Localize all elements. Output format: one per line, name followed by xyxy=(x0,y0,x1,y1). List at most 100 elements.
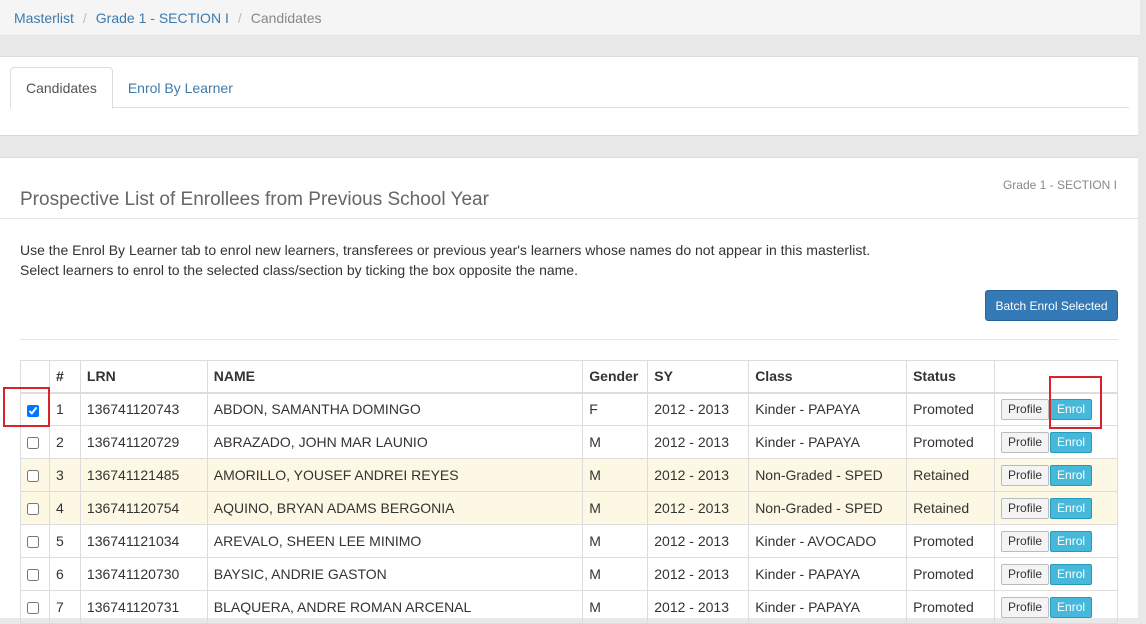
row-gender: M xyxy=(582,590,649,624)
header-name: NAME xyxy=(206,360,584,394)
row-sy: 2012 - 2013 xyxy=(647,590,750,624)
profile-button[interactable]: Profile xyxy=(1001,563,1050,585)
breadcrumb-masterlist-link[interactable]: Masterlist xyxy=(14,10,74,26)
candidates-table: # LRN NAME Gender SY Class Status 1 1367… xyxy=(20,360,1118,624)
row-sy: 2012 - 2013 xyxy=(647,557,750,591)
table-row: 2 136741120729 ABRAZADO, JOHN MAR LAUNIO… xyxy=(20,425,1118,459)
breadcrumb-current: Candidates xyxy=(250,9,322,26)
row-select-checkbox[interactable] xyxy=(27,569,39,582)
row-status: Promoted xyxy=(906,590,996,624)
row-actions: Profile Enrol xyxy=(994,590,1118,624)
section-label: Grade 1 - SECTION I xyxy=(1002,178,1117,192)
row-select-checkbox[interactable] xyxy=(27,503,39,516)
row-sy: 2012 - 2013 xyxy=(647,491,750,525)
select-cell xyxy=(20,557,50,591)
table-row: 5 136741121034 AREVALO, SHEEN LEE MINIMO… xyxy=(20,524,1118,558)
table-header-row: # LRN NAME Gender SY Class Status xyxy=(20,360,1118,394)
enrol-button[interactable]: Enrol xyxy=(1050,464,1093,486)
row-name: AQUINO, BRYAN ADAMS BERGONIA xyxy=(206,491,584,525)
row-lrn: 136741120731 xyxy=(79,590,208,624)
row-number: 4 xyxy=(48,491,81,525)
row-class: Kinder - PAPAYA xyxy=(748,425,908,459)
row-lrn: 136741121485 xyxy=(79,458,208,492)
header-status: Status xyxy=(906,360,996,394)
row-number: 3 xyxy=(48,458,81,492)
row-name: ABDON, SAMANTHA DOMINGO xyxy=(206,392,584,426)
enrol-button[interactable]: Enrol xyxy=(1050,563,1093,585)
table-row: 1 136741120743 ABDON, SAMANTHA DOMINGO F… xyxy=(20,392,1118,426)
instructions: Use the Enrol By Learner tab to enrol ne… xyxy=(20,240,870,280)
header-lrn: LRN xyxy=(79,360,208,394)
row-name: AMORILLO, YOUSEF ANDREI REYES xyxy=(206,458,584,492)
row-lrn: 136741120743 xyxy=(79,392,208,426)
row-select-checkbox[interactable] xyxy=(27,602,39,615)
row-actions: Profile Enrol xyxy=(994,392,1118,426)
row-actions: Profile Enrol xyxy=(994,491,1118,525)
tab-enrol-by-learner[interactable]: Enrol By Learner xyxy=(113,67,248,108)
row-gender: M xyxy=(582,425,649,459)
row-gender: M xyxy=(582,491,649,525)
row-name: ABRAZADO, JOHN MAR LAUNIO xyxy=(206,425,584,459)
row-gender: M xyxy=(582,458,649,492)
row-sy: 2012 - 2013 xyxy=(647,524,750,558)
row-sy: 2012 - 2013 xyxy=(647,425,750,459)
enrol-button[interactable]: Enrol xyxy=(1050,431,1093,453)
row-lrn: 136741120754 xyxy=(79,491,208,525)
select-cell xyxy=(20,590,50,624)
row-gender: M xyxy=(582,524,649,558)
row-class: Non-Graded - SPED xyxy=(748,458,908,492)
row-select-checkbox[interactable] xyxy=(27,470,39,483)
row-class: Kinder - PAPAYA xyxy=(748,590,908,624)
row-sy: 2012 - 2013 xyxy=(647,392,750,426)
header-number: # xyxy=(48,360,81,394)
breadcrumb-section-link[interactable]: Grade 1 - SECTION I xyxy=(96,10,229,26)
tab-bar: Candidates Enrol By Learner xyxy=(10,67,1129,109)
profile-button[interactable]: Profile xyxy=(1001,431,1050,453)
tab-candidates[interactable]: Candidates xyxy=(10,67,113,109)
row-actions: Profile Enrol xyxy=(994,557,1118,591)
candidates-panel: Prospective List of Enrollees from Previ… xyxy=(0,157,1138,624)
breadcrumb: Masterlist / Grade 1 - SECTION I / Candi… xyxy=(0,0,1140,36)
tabs-panel: Candidates Enrol By Learner xyxy=(0,56,1138,136)
breadcrumb-separator: / xyxy=(237,9,242,26)
select-cell xyxy=(20,458,50,492)
row-sy: 2012 - 2013 xyxy=(647,458,750,492)
row-select-checkbox[interactable] xyxy=(27,437,39,450)
row-select-checkbox[interactable] xyxy=(27,404,39,417)
row-number: 6 xyxy=(48,557,81,591)
header-gender: Gender xyxy=(582,360,649,394)
row-class: Non-Graded - SPED xyxy=(748,491,908,525)
row-status: Promoted xyxy=(906,524,996,558)
select-cell xyxy=(20,392,50,426)
table-row: 3 136741121485 AMORILLO, YOUSEF ANDREI R… xyxy=(20,458,1118,492)
panel-heading: Prospective List of Enrollees from Previ… xyxy=(0,158,1138,219)
profile-button[interactable]: Profile xyxy=(1001,497,1050,519)
row-number: 7 xyxy=(48,590,81,624)
header-class: Class xyxy=(748,360,908,394)
row-class: Kinder - AVOCADO xyxy=(748,524,908,558)
header-actions xyxy=(994,360,1118,394)
row-select-checkbox[interactable] xyxy=(27,536,39,549)
row-status: Promoted xyxy=(906,557,996,591)
panel-title: Prospective List of Enrollees from Previ… xyxy=(20,189,489,210)
breadcrumb-separator: / xyxy=(82,9,87,26)
profile-button[interactable]: Profile xyxy=(1001,464,1050,486)
row-class: Kinder - PAPAYA xyxy=(748,557,908,591)
profile-button[interactable]: Profile xyxy=(1001,398,1050,420)
profile-button[interactable]: Profile xyxy=(1001,530,1050,552)
row-number: 5 xyxy=(48,524,81,558)
profile-button[interactable]: Profile xyxy=(1001,596,1050,618)
row-number: 1 xyxy=(48,392,81,426)
enrol-button[interactable]: Enrol xyxy=(1050,530,1093,552)
header-select xyxy=(20,360,50,394)
table-row: 7 136741120731 BLAQUERA, ANDRE ROMAN ARC… xyxy=(20,590,1118,624)
row-lrn: 136741120730 xyxy=(79,557,208,591)
enrol-button[interactable]: Enrol xyxy=(1050,596,1093,618)
select-cell xyxy=(20,425,50,459)
enrol-button[interactable]: Enrol xyxy=(1050,398,1093,420)
row-name: BAYSIC, ANDRIE GASTON xyxy=(206,557,584,591)
enrol-button[interactable]: Enrol xyxy=(1050,497,1093,519)
row-actions: Profile Enrol xyxy=(994,458,1118,492)
row-gender: F xyxy=(582,392,649,426)
batch-enrol-button[interactable]: Batch Enrol Selected xyxy=(985,290,1118,321)
